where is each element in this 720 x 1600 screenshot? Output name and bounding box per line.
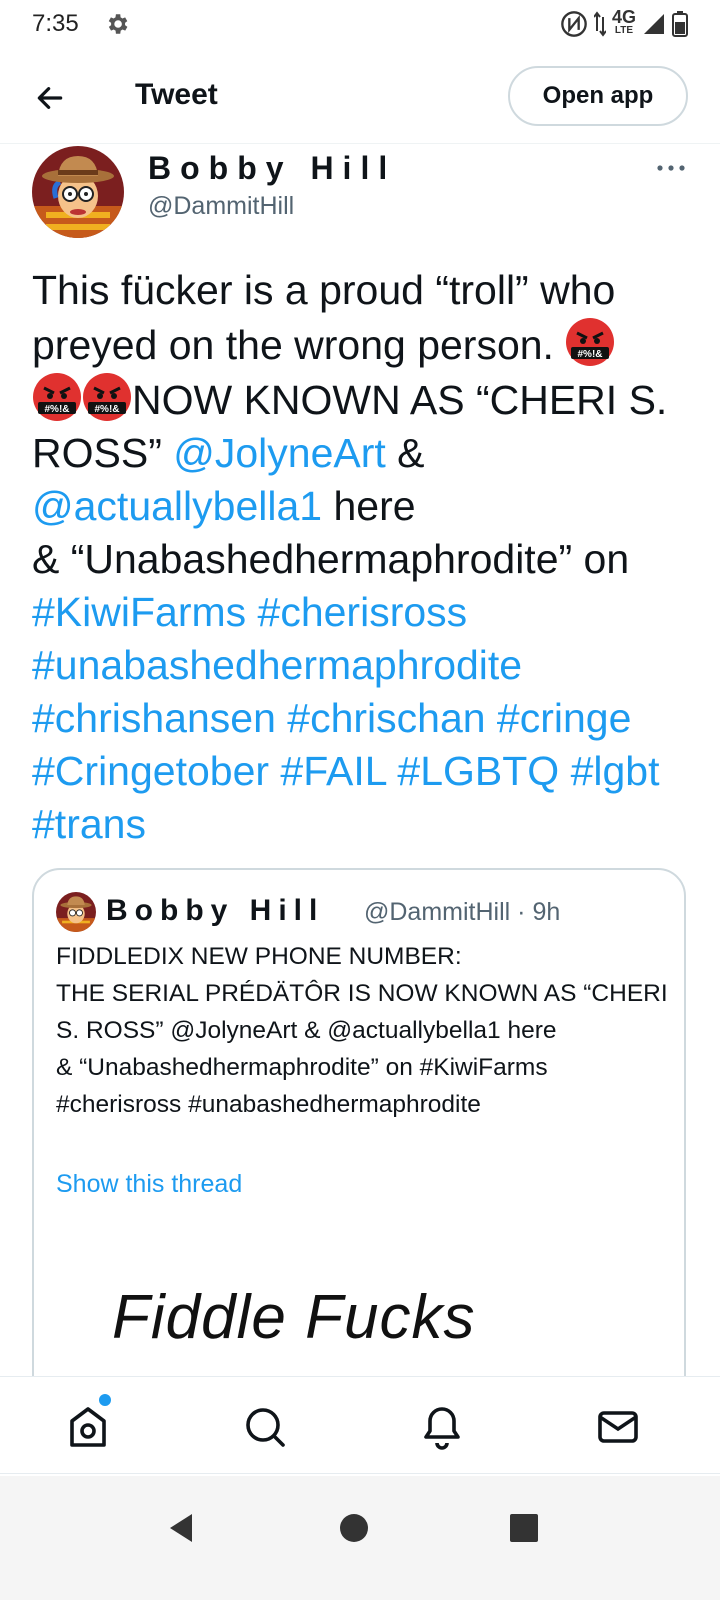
recents-square-icon[interactable] (504, 1508, 544, 1548)
notification-dot (99, 1394, 111, 1406)
tweet-text: This fücker is a proud “troll” who preye… (32, 264, 692, 851)
mention-jolyneart[interactable]: @JolyneArt (173, 430, 386, 476)
status-time: 7:35 (32, 10, 79, 37)
home-circle-icon[interactable] (334, 1508, 374, 1548)
messages-icon[interactable] (594, 1403, 642, 1451)
quote-text: FIDDLEDIX NEW PHONE NUMBER: THE SERIAL P… (56, 943, 668, 1118)
open-app-button[interactable]: Open app (508, 66, 688, 126)
network-label: 4G LTE (611, 7, 636, 36)
tweet-text-part1: This fücker is a proud “troll” who preye… (32, 267, 616, 368)
tweet-text-amp: & (385, 430, 425, 476)
author-name[interactable]: Bobby Hill (148, 150, 396, 187)
show-thread-link[interactable]: Show this thread (56, 1170, 242, 1199)
angry-face-emoji-icon: #%!& (33, 373, 81, 421)
quote-meta: @DammitHill · 9h (364, 898, 560, 927)
bottom-nav (0, 1376, 720, 1474)
mention-actuallybella1[interactable]: @actuallybella1 (32, 483, 322, 529)
tweet-text-part3: here (322, 483, 416, 529)
emoji-censor-text: #%!& (94, 404, 119, 415)
top-header: Tweet Open app (0, 60, 720, 144)
emoji-censor-text: #%!& (44, 404, 69, 415)
angry-face-emoji-icon: #%!& (566, 318, 615, 366)
emoji-censor-text: #%!& (578, 349, 603, 360)
arrow-left-icon[interactable] (34, 82, 66, 114)
quote-time: · 9h (517, 898, 561, 926)
angry-face-emoji-icon: #%!& (83, 373, 131, 421)
notifications-icon[interactable] (418, 1403, 466, 1451)
search-icon[interactable] (241, 1403, 289, 1451)
quote-avatar (56, 892, 96, 932)
back-triangle-icon[interactable] (162, 1508, 202, 1548)
quote-author-handle: @DammitHill (364, 898, 511, 926)
system-nav-bar (0, 1476, 720, 1600)
tweet-text-part4: & “Unabashedhermaphrodite” on (32, 536, 630, 582)
more-options-icon[interactable] (655, 160, 687, 176)
hashtags[interactable]: #KiwiFarms #cherisross #unabashedhermaph… (32, 589, 660, 847)
home-icon[interactable] (64, 1403, 112, 1451)
author-handle[interactable]: @DammitHill (148, 192, 294, 221)
status-bar: 7:35 4G LTE (0, 0, 720, 50)
battery-icon (672, 11, 688, 37)
settings-icon (108, 14, 128, 34)
quote-author-name: Bobby Hill (106, 894, 325, 927)
avatar[interactable] (32, 146, 124, 238)
media-caption: Fiddle Fucks (112, 1283, 476, 1352)
quoted-tweet[interactable]: Bobby Hill @DammitHill · 9h FIDDLEDIX NE… (32, 868, 686, 1428)
signal-icon (644, 14, 664, 34)
page-title: Tweet (135, 78, 218, 111)
nfc-icon (561, 11, 587, 37)
data-arrows-icon (593, 11, 606, 37)
